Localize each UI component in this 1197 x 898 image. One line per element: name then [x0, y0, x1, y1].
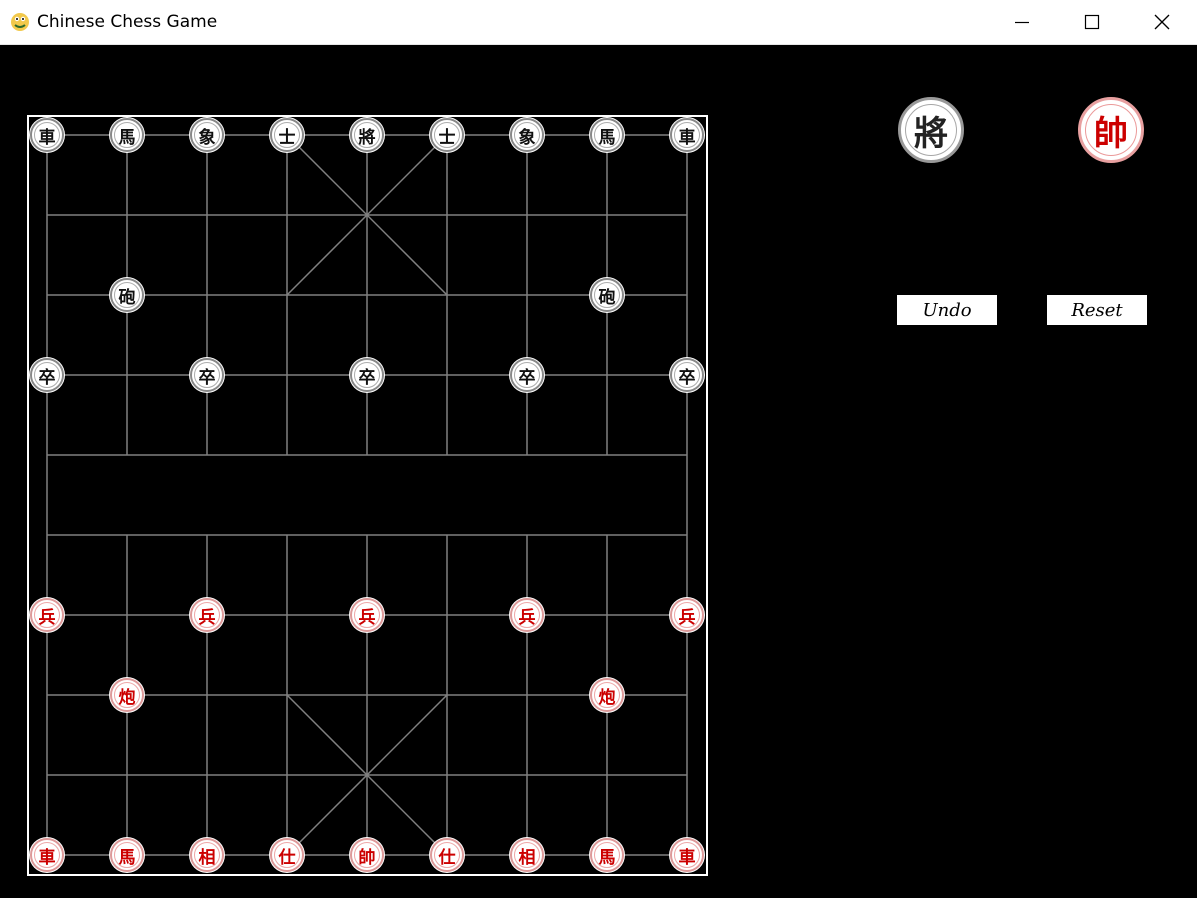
black-piece[interactable]: 車: [670, 118, 704, 152]
black-piece[interactable]: 象: [190, 118, 224, 152]
red-piece[interactable]: 兵: [190, 598, 224, 632]
title-bar: Chinese Chess Game: [0, 0, 1197, 45]
red-piece[interactable]: 相: [190, 838, 224, 872]
red-piece[interactable]: 馬: [110, 838, 144, 872]
red-piece[interactable]: 車: [670, 838, 704, 872]
red-piece[interactable]: 帥: [350, 838, 384, 872]
black-piece[interactable]: 將: [350, 118, 384, 152]
black-piece[interactable]: 砲: [110, 278, 144, 312]
black-general-indicator: 將: [898, 97, 964, 163]
maximize-button[interactable]: [1057, 0, 1127, 45]
black-piece[interactable]: 砲: [590, 278, 624, 312]
red-piece[interactable]: 相: [510, 838, 544, 872]
red-piece[interactable]: 仕: [270, 838, 304, 872]
red-piece[interactable]: 兵: [350, 598, 384, 632]
reset-button[interactable]: Reset: [1047, 295, 1147, 325]
black-piece[interactable]: 卒: [510, 358, 544, 392]
red-piece[interactable]: 炮: [110, 678, 144, 712]
close-icon: [1154, 14, 1170, 30]
red-general-indicator: 帥: [1078, 97, 1144, 163]
black-piece[interactable]: 士: [430, 118, 464, 152]
black-piece[interactable]: 象: [510, 118, 544, 152]
black-piece[interactable]: 卒: [30, 358, 64, 392]
window-title: Chinese Chess Game: [37, 12, 218, 32]
red-piece[interactable]: 兵: [30, 598, 64, 632]
red-piece[interactable]: 馬: [590, 838, 624, 872]
black-piece[interactable]: 馬: [590, 118, 624, 152]
black-piece[interactable]: 卒: [350, 358, 384, 392]
red-piece[interactable]: 車: [30, 838, 64, 872]
black-piece[interactable]: 馬: [110, 118, 144, 152]
black-piece[interactable]: 卒: [190, 358, 224, 392]
close-button[interactable]: [1127, 0, 1197, 45]
red-piece[interactable]: 仕: [430, 838, 464, 872]
maximize-icon: [1084, 14, 1100, 30]
minimize-icon: [1015, 21, 1029, 24]
board-frame: [27, 115, 708, 876]
python-snake-icon: [11, 13, 29, 31]
red-piece[interactable]: 炮: [590, 678, 624, 712]
black-piece[interactable]: 卒: [670, 358, 704, 392]
minimize-button[interactable]: [987, 0, 1057, 45]
undo-button[interactable]: Undo: [897, 295, 997, 325]
red-piece[interactable]: 兵: [510, 598, 544, 632]
red-piece[interactable]: 兵: [670, 598, 704, 632]
black-piece[interactable]: 車: [30, 118, 64, 152]
black-piece[interactable]: 士: [270, 118, 304, 152]
